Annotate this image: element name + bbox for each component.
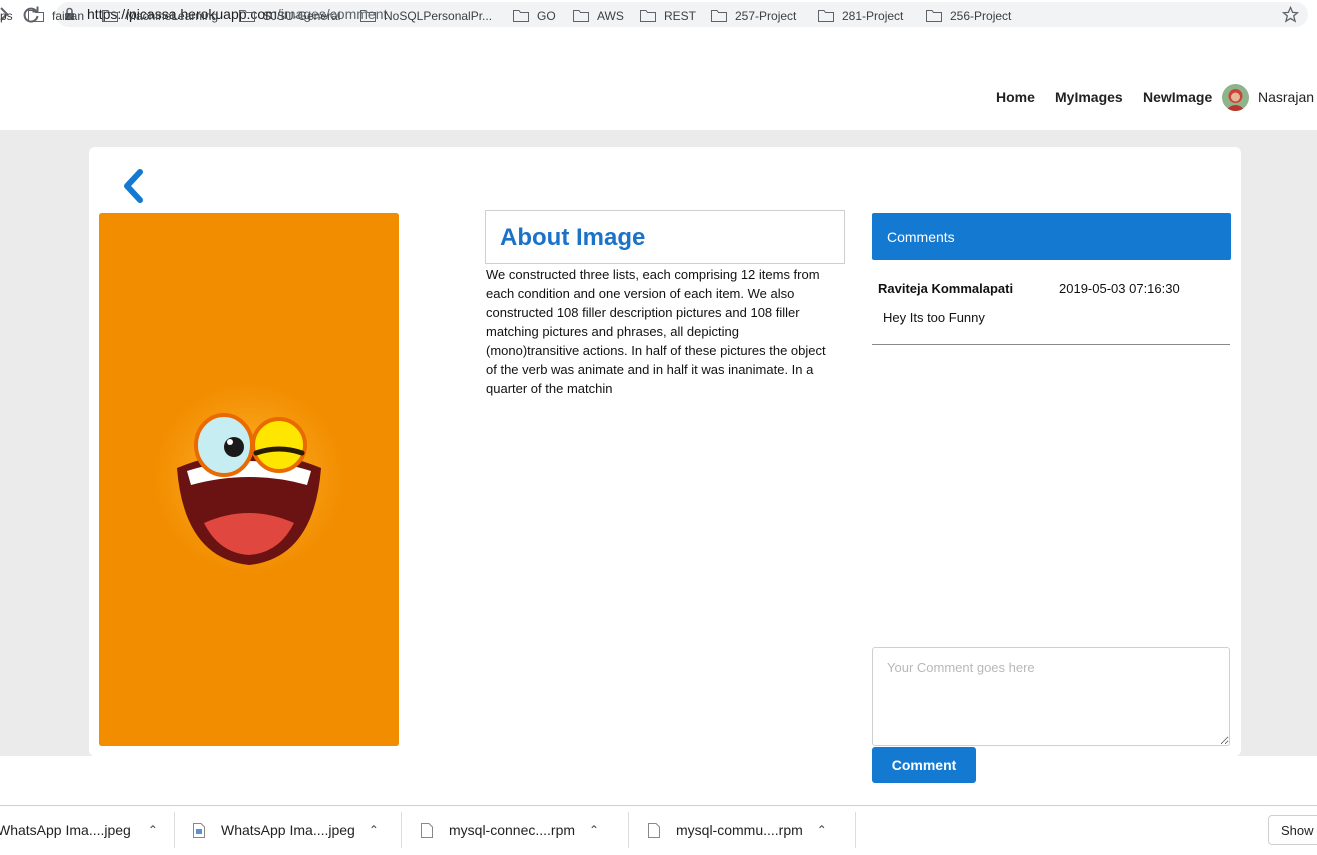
show-all-button[interactable]: Show xyxy=(1268,815,1317,845)
bookmark-label: ps xyxy=(0,9,13,23)
caret-up-icon[interactable]: ⌃ xyxy=(817,823,827,837)
bookmark-folder[interactable]: SJSU-General xyxy=(239,8,340,24)
bookmark-label: AWS xyxy=(597,9,624,23)
bookmark-folder[interactable]: NoSQLPersonalPr... xyxy=(360,8,492,24)
winking-emoji-image xyxy=(99,213,399,746)
download-filename: mysql-connec....rpm xyxy=(449,822,576,838)
bookmark-apps[interactable]: ps xyxy=(0,8,13,24)
comments-title: Comments xyxy=(887,229,955,245)
folder-icon xyxy=(239,10,255,22)
caret-up-icon[interactable]: ⌃ xyxy=(369,823,379,837)
bookmark-label: SJSU-General xyxy=(263,9,341,23)
separator xyxy=(401,812,402,848)
bookmark-folder[interactable]: GO xyxy=(513,8,556,24)
folder-icon xyxy=(711,10,727,22)
folder-icon xyxy=(573,10,589,22)
separator xyxy=(174,812,175,848)
caret-up-icon[interactable]: ⌃ xyxy=(148,823,158,837)
comment-divider xyxy=(872,344,1230,345)
show-all-label: Show xyxy=(1281,822,1314,838)
bookmark-folder[interactable]: AWS xyxy=(573,8,624,24)
avatar[interactable] xyxy=(1222,84,1249,111)
about-description: We constructed three lists, each compris… xyxy=(486,267,826,396)
folder-icon xyxy=(360,10,376,22)
folder-icon xyxy=(513,10,529,22)
star-icon[interactable] xyxy=(1282,6,1299,23)
separator xyxy=(628,812,629,848)
bookmarks-bar xyxy=(0,30,1317,63)
bookmark-folder[interactable]: MachineLearning xyxy=(102,8,218,24)
app-navbar: Home MyImages NewImage xyxy=(0,62,1317,130)
user-name[interactable]: Nasrajan xyxy=(1258,89,1314,105)
comment-text: Hey Its too Funny xyxy=(883,310,985,325)
bookmark-folder[interactable]: REST xyxy=(640,8,696,24)
nav-newimage-link[interactable]: NewImage xyxy=(1143,89,1212,105)
caret-up-icon[interactable]: ⌃ xyxy=(589,823,599,837)
image-file-icon xyxy=(193,822,205,838)
bookmark-label: 256-Project xyxy=(950,9,1012,23)
download-filename: WhatsApp Ima....jpeg xyxy=(221,822,355,838)
bookmark-folder[interactable]: 257-Project xyxy=(711,8,796,24)
bookmark-folder[interactable]: 281-Project xyxy=(818,8,903,24)
folder-icon xyxy=(640,10,656,22)
download-filename: WhatsApp Ima....jpeg xyxy=(0,822,131,838)
comment-submit-button[interactable]: Comment xyxy=(872,747,976,783)
bookmark-label: GO xyxy=(537,9,556,23)
bookmark-label: faizan xyxy=(52,9,85,23)
separator xyxy=(855,812,856,848)
folder-icon xyxy=(926,10,942,22)
file-icon xyxy=(421,822,433,838)
download-item[interactable]: mysql-commu....rpm ⌃ xyxy=(648,806,827,854)
image-preview xyxy=(99,213,399,746)
bookmark-folder[interactable]: faizan xyxy=(28,8,84,24)
comment-author: Raviteja Kommalapati xyxy=(878,281,1014,296)
file-icon xyxy=(648,822,660,838)
bookmark-label: 257-Project xyxy=(735,9,797,23)
folder-icon xyxy=(818,10,834,22)
bookmark-label: MachineLearning xyxy=(126,9,219,23)
folder-icon xyxy=(28,10,44,22)
download-filename: mysql-commu....rpm xyxy=(676,822,803,838)
about-title: About Image xyxy=(500,224,646,251)
bookmark-folder[interactable]: 256-Project xyxy=(926,8,1011,24)
bookmark-label: 281-Project xyxy=(842,9,904,23)
download-item[interactable]: WhatsApp Ima....jpeg ⌃ xyxy=(193,806,379,854)
download-item[interactable]: WhatsApp Ima....jpeg ⌃ xyxy=(0,806,158,854)
comment-timestamp: 2019-05-03 07:16:30 xyxy=(1059,281,1180,296)
nav-myimages-link[interactable]: MyImages xyxy=(1055,89,1123,105)
user-avatar-icon xyxy=(1222,84,1249,111)
bookmark-label: REST xyxy=(664,9,697,23)
folder-icon xyxy=(102,10,118,22)
nav-home-link[interactable]: Home xyxy=(996,89,1035,105)
bookmark-label: NoSQLPersonalPr... xyxy=(384,9,493,23)
comment-input[interactable] xyxy=(872,647,1230,746)
download-item[interactable]: mysql-connec....rpm ⌃ xyxy=(421,806,599,854)
back-chevron-icon[interactable] xyxy=(118,166,148,206)
